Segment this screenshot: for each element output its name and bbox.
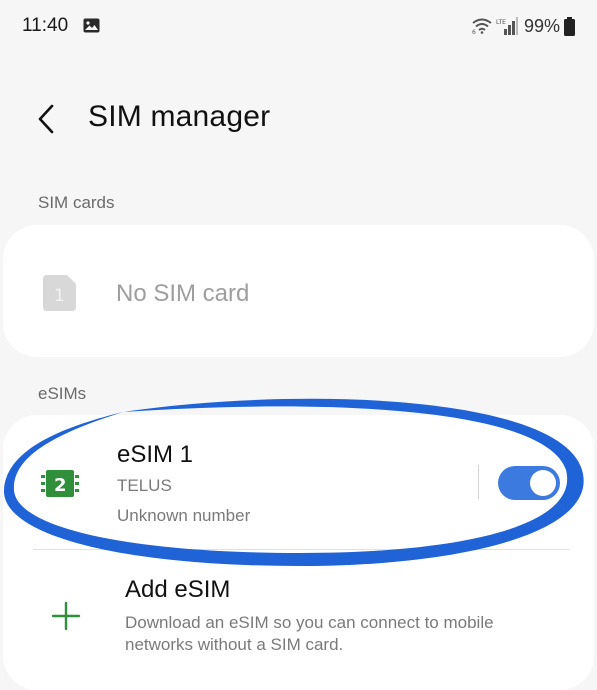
status-bar: 11:40 6 LTE 99% — [0, 0, 597, 56]
battery-level: 99% — [523, 15, 560, 36]
esim-name: eSIM 1 — [117, 441, 194, 468]
back-button[interactable] — [32, 100, 62, 140]
esim-carrier: TELUS — [117, 476, 172, 495]
section-label-sim-cards: SIM cards — [38, 193, 115, 212]
toggle-divider — [478, 465, 479, 499]
esim-phone-number: Unknown number — [117, 506, 251, 525]
add-esim-button[interactable]: Add eSIM Download an eSIM so you can con… — [3, 551, 594, 671]
signal-icon: LTE — [496, 17, 518, 35]
battery-icon — [564, 16, 575, 36]
add-esim-description: Download an eSIM so you can connect to m… — [125, 613, 494, 654]
sim-card-icon: 1 — [43, 275, 76, 311]
status-time: 11:40 — [22, 15, 69, 36]
plus-icon — [51, 601, 81, 631]
sim-slot-number: 1 — [54, 286, 65, 306]
add-esim-title: Add eSIM — [125, 576, 231, 603]
svg-text:6: 6 — [472, 29, 476, 34]
wifi-icon: 6 — [472, 18, 492, 34]
back-arrow-icon — [38, 104, 54, 134]
section-label-esims: eSIMs — [38, 384, 87, 403]
status-icons: 6 LTE 99% — [472, 15, 575, 37]
esim-panel: 2 eSIM 1 TELUS Unknown number Add eSIM D… — [3, 415, 594, 690]
esim-slot-number: 2 — [54, 475, 67, 496]
gallery-icon — [83, 18, 100, 33]
sim-card-panel: 1 No SIM card — [3, 225, 594, 357]
page-title: SIM manager — [88, 100, 271, 133]
no-sim-card-text: No SIM card — [116, 280, 250, 307]
esim-icon: 2 — [41, 470, 79, 497]
row-divider — [33, 549, 569, 550]
toggle-knob — [530, 470, 556, 496]
svg-text:LTE: LTE — [496, 19, 506, 26]
esim-toggle[interactable] — [498, 466, 560, 500]
